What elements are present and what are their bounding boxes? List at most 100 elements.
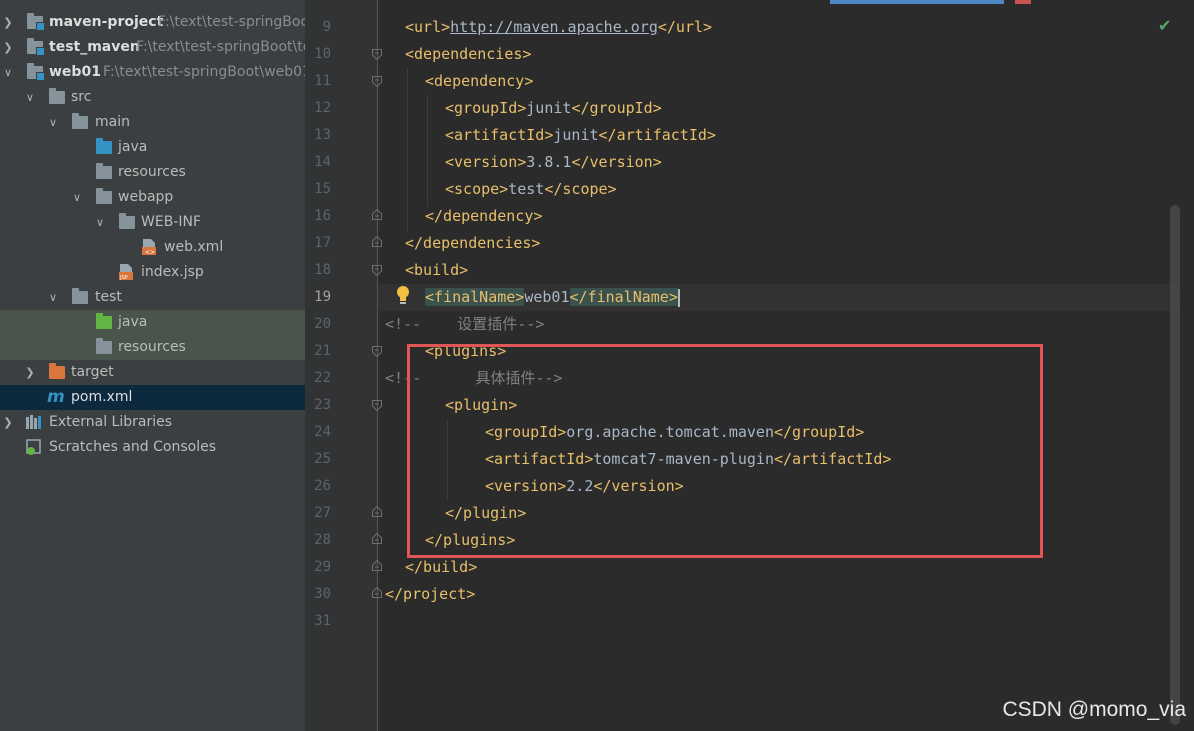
tree-item-label: pom.xml [71,389,133,405]
fold-collapse-icon[interactable] [372,76,382,87]
line-number: 25 [314,451,331,467]
tree-item-label: web01 [49,64,101,80]
code-line: <build> [405,261,469,279]
line-number: 10 [314,46,331,62]
maven-icon: m [47,387,65,407]
tree-item-maven-project[interactable]: ❯ maven-project F:\text\test-springBoot\… [0,10,305,35]
tree-item-web-inf[interactable]: ∨ WEB-INF [0,210,305,235]
chevron-down-icon[interactable]: ∨ [24,85,36,110]
chevron-down-icon[interactable]: ∨ [2,60,14,85]
chevron-down-icon[interactable]: ∨ [94,210,106,235]
fold-collapse-icon[interactable] [372,265,382,276]
tree-item-label: java [118,139,148,155]
line-number: 28 [314,532,331,548]
tree-item-web-xml[interactable]: <> web.xml [0,235,305,260]
code-line: </project> [385,585,476,603]
tree-item-label: web.xml [164,239,224,255]
fold-collapse-icon[interactable] [372,346,382,357]
fold-end-icon[interactable] [372,560,382,571]
tree-item-label: maven-project [49,14,164,30]
tree-item-test-java[interactable]: java [0,310,305,335]
chevron-down-icon[interactable]: ∨ [71,185,83,210]
line-number: 14 [314,154,331,170]
tree-item-pom-xml[interactable]: m pom.xml [0,385,305,410]
tree-item-label: resources [118,164,186,180]
tree-item-label: src [71,89,92,105]
tree-item-external-libraries[interactable]: ❯ External Libraries [0,410,305,435]
module-folder-icon [27,38,45,56]
line-number: 15 [314,181,331,197]
tree-item-label: WEB-INF [141,214,201,230]
tree-item-label: Scratches and Consoles [49,439,216,455]
active-tab-indicator [830,0,1004,4]
excluded-folder-icon [49,363,65,379]
comment-text: 设置插件 [457,315,518,333]
tree-item-scratches[interactable]: Scratches and Consoles [0,435,305,460]
chevron-right-icon[interactable]: ❯ [2,410,14,435]
tree-item-label: main [95,114,130,130]
tree-item-test-maven[interactable]: ❯ test_maven F:\text\test-springBoot\tes… [0,35,305,60]
line-number: 20 [314,316,331,332]
folder-icon [72,113,88,129]
folder-icon [96,188,112,204]
xml-file-icon: <> [142,239,156,256]
line-number: 31 [314,613,331,629]
folder-icon [72,288,88,304]
chevron-right-icon[interactable]: ❯ [2,35,14,60]
svg-text:<>: <> [145,249,155,256]
tree-item-label: External Libraries [49,414,172,430]
module-folder-icon [27,63,45,81]
fold-end-icon[interactable] [372,209,382,220]
indent-guide [407,68,408,233]
fold-end-icon[interactable] [372,587,382,598]
code-line-comment: <!-- 设置插件--> [385,315,545,333]
tree-item-index-jsp[interactable]: JSP index.jsp [0,260,305,285]
line-number-current: 19 [314,289,331,305]
module-path: F:\text\test-springBoot\maven-project [158,14,305,30]
tree-item-label: webapp [118,189,174,205]
code-line: </dependency> [425,207,543,225]
fold-end-icon[interactable] [372,236,382,247]
module-path: F:\text\test-springBoot\test_maven [136,39,305,55]
url-value[interactable]: http://maven.apache.org [450,18,658,36]
line-number: 16 [314,208,331,224]
code-editor[interactable]: 9 10 11 12 13 14 15 16 17 18 19 20 21 22… [305,0,1194,731]
tree-item-web01[interactable]: ∨ web01 F:\text\test-springBoot\web01 [0,60,305,85]
tree-item-test-resources[interactable]: resources [0,335,305,360]
gutter-separator [377,0,378,731]
tree-item-src[interactable]: ∨ src [0,85,305,110]
tree-item-webapp[interactable]: ∨ webapp [0,185,305,210]
tree-item-test[interactable]: ∨ test [0,285,305,310]
lightbulb-icon[interactable] [395,285,411,307]
tab-indicator [1015,0,1031,4]
fold-collapse-icon[interactable] [372,400,382,411]
line-number: 18 [314,262,331,278]
fold-collapse-icon[interactable] [372,49,382,60]
watermark: CSDN @momo_via [1002,698,1186,721]
tree-item-main[interactable]: ∨ main [0,110,305,135]
line-number: 12 [314,100,331,116]
fold-end-icon[interactable] [372,533,382,544]
code-line-current: <finalName>web01</finalName> [425,288,680,307]
tree-item-label: test [95,289,122,305]
scope-value: test [508,180,545,198]
code-line: <version>3.8.1</version> [445,153,662,171]
tree-item-resources[interactable]: resources [0,160,305,185]
chevron-down-icon[interactable]: ∨ [47,110,59,135]
test-resources-folder-icon [96,338,112,354]
checkmark-icon[interactable]: ✔ [1158,16,1171,35]
test-source-folder-icon [96,313,112,329]
tree-item-target[interactable]: ❯ target [0,360,305,385]
chevron-right-icon[interactable]: ❯ [24,360,36,385]
annotation-highlight-box [407,344,1043,558]
line-number: 17 [314,235,331,251]
fold-end-icon[interactable] [372,506,382,517]
scratches-icon [26,439,41,455]
group-id-value: junit [526,99,572,117]
chevron-right-icon[interactable]: ❯ [2,10,14,35]
chevron-down-icon[interactable]: ∨ [47,285,59,310]
vertical-scrollbar[interactable] [1170,205,1180,725]
line-number: 30 [314,586,331,602]
line-number: 11 [314,73,331,89]
tree-item-java[interactable]: java [0,135,305,160]
